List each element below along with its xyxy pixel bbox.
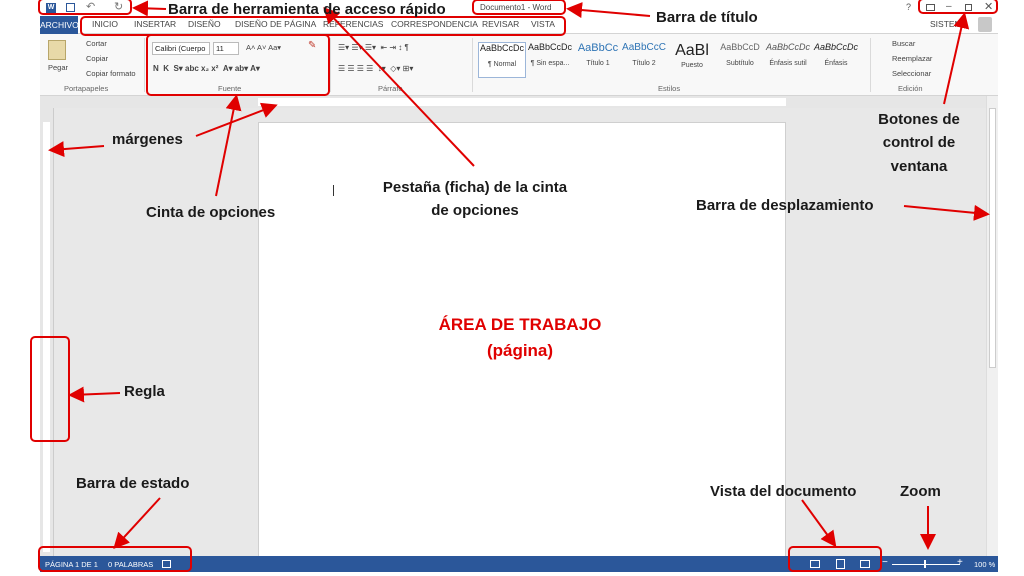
- label-ruler: Regla: [124, 383, 165, 400]
- arrow-margins-2: [195, 102, 278, 137]
- label-window-buttons: Botones de control de ventana: [878, 111, 960, 175]
- label-work-area: ÁREA DE TRABAJO (página): [438, 315, 602, 361]
- arrow-margins: [48, 141, 105, 158]
- arrow-quick-access: [132, 0, 167, 17]
- arrow-ruler: [68, 386, 121, 403]
- label-scrollbar: Barra de desplazamiento: [696, 197, 874, 214]
- arrow-ribbon: [215, 94, 242, 197]
- label-zoom: Zoom: [900, 483, 941, 500]
- label-status-bar: Barra de estado: [76, 475, 190, 492]
- arrow-title: [566, 2, 651, 19]
- slide: W ↶ ↻ Documento1 - Word ? – ✕ ARCHIVO IN…: [0, 0, 1024, 576]
- label-doc-view: Vista del documento: [710, 483, 857, 500]
- arrow-window-buttons: [943, 12, 970, 105]
- label-quick-access: Barra de herramienta de acceso rápido: [168, 1, 446, 18]
- arrow-scrollbar: [903, 204, 990, 221]
- label-ribbon: Cinta de opciones: [146, 204, 276, 221]
- label-ribbon-tab: Pestaña (ficha) de la cinta de opciones: [382, 179, 568, 220]
- label-title-bar: Barra de título: [656, 9, 758, 26]
- arrow-doc-view: [801, 499, 837, 548]
- label-margins: márgenes: [112, 131, 183, 148]
- arrow-ribbon-tab: [323, 7, 475, 167]
- arrow-status: [113, 497, 161, 549]
